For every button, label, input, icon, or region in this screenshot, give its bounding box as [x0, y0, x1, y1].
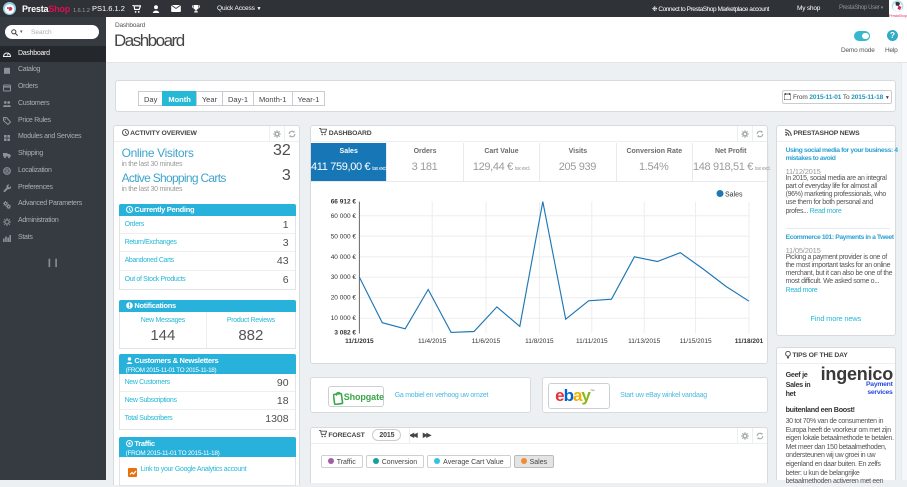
svg-text:11/6/2015: 11/6/2015	[472, 338, 501, 345]
svg-text:66 912 €: 66 912 €	[331, 198, 357, 205]
svg-text:11/4/2015: 11/4/2015	[418, 338, 447, 345]
svg-text:50 000 €: 50 000 €	[331, 233, 357, 240]
svg-text:3 082 €: 3 082 €	[334, 329, 356, 336]
svg-text:20 000 €: 20 000 €	[331, 294, 357, 301]
svg-text:11/15/2015: 11/15/2015	[680, 338, 712, 345]
svg-text:Sales: Sales	[725, 191, 743, 198]
svg-text:10 000 €: 10 000 €	[331, 315, 357, 322]
svg-text:11/8/2015: 11/8/2015	[525, 338, 554, 345]
svg-text:11/1/2015: 11/1/2015	[345, 338, 374, 345]
svg-text:11/13/2015: 11/13/2015	[628, 338, 660, 345]
svg-text:30 000 €: 30 000 €	[331, 274, 357, 281]
svg-text:60 000 €: 60 000 €	[331, 212, 357, 219]
svg-text:11/11/2015: 11/11/2015	[576, 338, 608, 345]
svg-text:40 000 €: 40 000 €	[331, 253, 357, 260]
svg-text:11/18/201: 11/18/201	[735, 338, 764, 345]
